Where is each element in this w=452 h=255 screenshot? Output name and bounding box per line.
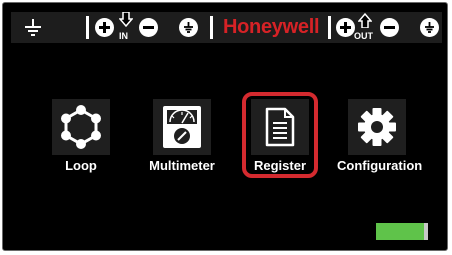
battery-fill (376, 223, 424, 240)
loop-icon (52, 99, 110, 155)
output-label: OUT (354, 31, 373, 41)
battery-icon (376, 223, 428, 243)
brand-logo: Honeywell (223, 16, 320, 38)
separator (328, 16, 331, 39)
menu-label-multimeter: Multimeter (149, 158, 215, 173)
arrow-up-icon (356, 10, 374, 30)
menu-label-configuration: Configuration (337, 158, 423, 173)
output-ground-icon[interactable] (418, 12, 440, 43)
input-label: IN (119, 31, 128, 41)
output-plus-icon[interactable] (334, 12, 356, 43)
arrow-down-icon (117, 10, 135, 30)
device-screen: IN Honeywell OUT Loop Multimeter Registe… (2, 2, 448, 251)
document-icon (251, 99, 309, 155)
battery-tip (424, 223, 428, 240)
separator (86, 16, 89, 39)
input-ground-icon[interactable] (177, 12, 199, 43)
ground-icon (21, 12, 45, 43)
separator (210, 16, 213, 39)
multimeter-icon (153, 99, 211, 155)
gear-icon (348, 99, 406, 155)
input-minus-icon[interactable] (137, 12, 159, 43)
input-plus-icon[interactable] (93, 12, 115, 43)
menu-label-loop: Loop (65, 158, 97, 173)
output-minus-icon[interactable] (378, 12, 400, 43)
menu-label-register: Register (253, 158, 307, 173)
status-bar: IN Honeywell OUT (11, 12, 442, 43)
